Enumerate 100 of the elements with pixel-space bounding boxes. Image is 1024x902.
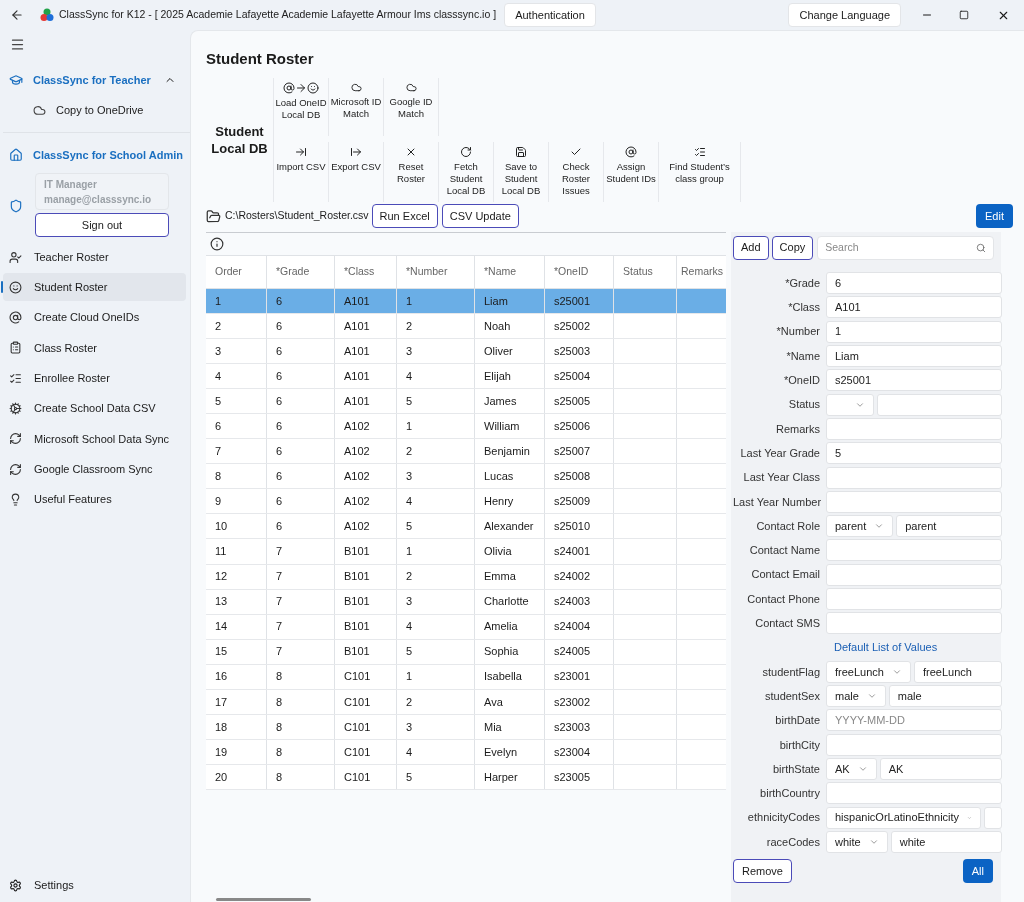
text-field[interactable]: [826, 733, 1002, 756]
table-row[interactable]: 12 7 B101 2 Emma s24002: [206, 564, 726, 590]
column-header[interactable]: *OneID: [545, 256, 614, 288]
text-field[interactable]: [826, 490, 1002, 513]
column-header[interactable]: Remarks: [677, 256, 726, 288]
text-field[interactable]: [826, 539, 1002, 562]
toolbar-button[interactable]: Import CSV: [274, 142, 329, 202]
text-field[interactable]: 1: [826, 320, 1002, 343]
edit-button[interactable]: Edit: [976, 204, 1013, 228]
toolbar-button[interactable]: Find Student’s class group: [659, 142, 741, 202]
table-cell: Sophia: [475, 639, 545, 664]
all-button[interactable]: All: [962, 859, 993, 884]
text-field[interactable]: [826, 782, 1002, 805]
table-row[interactable]: 9 6 A102 4 Henry s25009: [206, 489, 726, 515]
table-row[interactable]: 7 6 A102 2 Benjamin s25007: [206, 439, 726, 465]
table-row[interactable]: 15 7 B101 5 Sophia s24005: [206, 639, 726, 665]
text-field[interactable]: male: [888, 685, 1002, 708]
column-header[interactable]: Status: [614, 256, 677, 288]
horizontal-scrollbar[interactable]: [216, 898, 311, 901]
text-field[interactable]: [826, 563, 1002, 586]
text-field[interactable]: white: [890, 830, 1002, 853]
nav-item[interactable]: Create School Data CSV: [3, 394, 186, 423]
dropdown[interactable]: [826, 393, 874, 416]
text-field[interactable]: YYYY-MM-DD: [826, 709, 1002, 732]
maximize-icon[interactable]: [959, 10, 969, 20]
nav-item[interactable]: Teacher Roster: [3, 243, 186, 271]
toolbar-button[interactable]: Assign Student IDs: [604, 142, 659, 202]
toolbar-button[interactable]: Reset Roster: [384, 142, 439, 202]
toolbar-button[interactable]: Google ID Match: [384, 78, 439, 136]
table-row[interactable]: 19 8 C101 4 Evelyn s23004: [206, 739, 726, 765]
file-action-button[interactable]: Run Excel: [371, 204, 438, 228]
text-field[interactable]: [877, 393, 1002, 416]
back-icon[interactable]: [10, 8, 24, 22]
column-header[interactable]: *Name: [475, 256, 545, 288]
table-row[interactable]: 10 6 A102 5 Alexander s25010: [206, 514, 726, 540]
dropdown[interactable]: parent: [826, 515, 894, 538]
text-field[interactable]: [984, 806, 1002, 829]
toolbar-button[interactable]: Microsoft ID Match: [329, 78, 384, 136]
dropdown[interactable]: freeLunch: [826, 660, 911, 683]
dropdown[interactable]: male: [826, 685, 886, 708]
table-row[interactable]: 16 8 C101 1 Isabella s23001: [206, 664, 726, 690]
nav-group-header[interactable]: ClassSync for School Admin: [3, 143, 190, 167]
nav-item[interactable]: Google Classroom Sync: [3, 455, 186, 484]
text-field[interactable]: [826, 466, 1002, 489]
toolbar-button[interactable]: Check Roster Issues: [549, 142, 604, 202]
table-row[interactable]: 6 6 A102 1 William s25006: [206, 414, 726, 440]
text-field[interactable]: AK: [879, 758, 1002, 781]
text-field[interactable]: [826, 612, 1002, 635]
dropdown[interactable]: AK: [826, 758, 877, 781]
file-action-button[interactable]: CSV Update: [441, 204, 519, 228]
detail-action-button[interactable]: Add: [733, 235, 769, 260]
table-row[interactable]: 13 7 B101 3 Charlotte s24003: [206, 589, 726, 615]
text-field[interactable]: [826, 588, 1002, 610]
dropdown[interactable]: white: [826, 830, 888, 853]
text-field[interactable]: 5: [826, 442, 1002, 465]
sign-out-button[interactable]: Sign out: [35, 213, 169, 237]
table-row[interactable]: 18 8 C101 3 Mia s23003: [206, 714, 726, 740]
text-field[interactable]: parent: [896, 515, 1002, 538]
table-row[interactable]: 14 7 B101 4 Amelia s24004: [206, 614, 726, 640]
table-row[interactable]: 8 6 A102 3 Lucas s25008: [206, 464, 726, 490]
text-field[interactable]: Liam: [826, 345, 1002, 368]
table-row[interactable]: 1 6 A101 1 Liam s25001: [206, 289, 726, 315]
authentication-button[interactable]: Authentication: [504, 3, 596, 27]
change-language-button[interactable]: Change Language: [788, 3, 901, 27]
column-header[interactable]: *Number: [397, 256, 475, 288]
menu-icon[interactable]: [10, 37, 25, 52]
nav-item[interactable]: Student Roster: [3, 273, 186, 302]
info-icon[interactable]: [210, 237, 224, 251]
text-field[interactable]: [826, 417, 1002, 440]
nav-item[interactable]: Enrollee Roster: [3, 364, 186, 393]
dropdown[interactable]: hispanicOrLatinoEthnicity: [826, 806, 981, 829]
detail-action-button[interactable]: Copy: [771, 235, 814, 260]
remove-button[interactable]: Remove: [733, 859, 792, 884]
nav-item[interactable]: Copy to OneDrive: [3, 96, 190, 124]
settings-item[interactable]: Settings: [3, 872, 190, 898]
toolbar-button[interactable]: Fetch Student Local DB: [439, 142, 494, 202]
nav-item[interactable]: Class Roster: [3, 333, 186, 362]
table-row[interactable]: 2 6 A101 2 Noah s25002: [206, 314, 726, 340]
nav-item[interactable]: Useful Features: [3, 485, 186, 514]
toolbar-button[interactable]: Load OneID Local DB: [274, 78, 329, 136]
default-values-link[interactable]: Default List of Values: [834, 639, 938, 656]
toolbar-button[interactable]: Save to Student Local DB: [494, 142, 549, 202]
table-row[interactable]: 17 8 C101 2 Ava s23002: [206, 689, 726, 715]
table-row[interactable]: 11 7 B101 1 Olivia s24001: [206, 539, 726, 565]
table-row[interactable]: 20 8 C101 5 Harper s23005: [206, 764, 726, 790]
table-row[interactable]: 5 6 A101 5 James s25005: [206, 389, 726, 415]
nav-group-header[interactable]: ClassSync for Teacher: [3, 68, 190, 92]
text-field[interactable]: 6: [826, 272, 1002, 295]
search-field[interactable]: Search: [817, 235, 994, 260]
nav-item[interactable]: Microsoft School Data Sync: [3, 424, 186, 453]
column-header[interactable]: *Class: [335, 256, 397, 288]
toolbar-button[interactable]: Export CSV: [329, 142, 384, 202]
table-row[interactable]: 4 6 A101 4 Elijah s25004: [206, 364, 726, 390]
text-field[interactable]: A101: [826, 296, 1002, 319]
table-row[interactable]: 3 6 A101 3 Oliver s25003: [206, 339, 726, 365]
nav-item[interactable]: Create Cloud OneIDs: [3, 303, 186, 332]
column-header[interactable]: *Grade: [267, 256, 335, 288]
text-field[interactable]: s25001: [826, 369, 1002, 392]
column-header[interactable]: Order: [206, 256, 267, 288]
text-field[interactable]: freeLunch: [913, 660, 1002, 683]
